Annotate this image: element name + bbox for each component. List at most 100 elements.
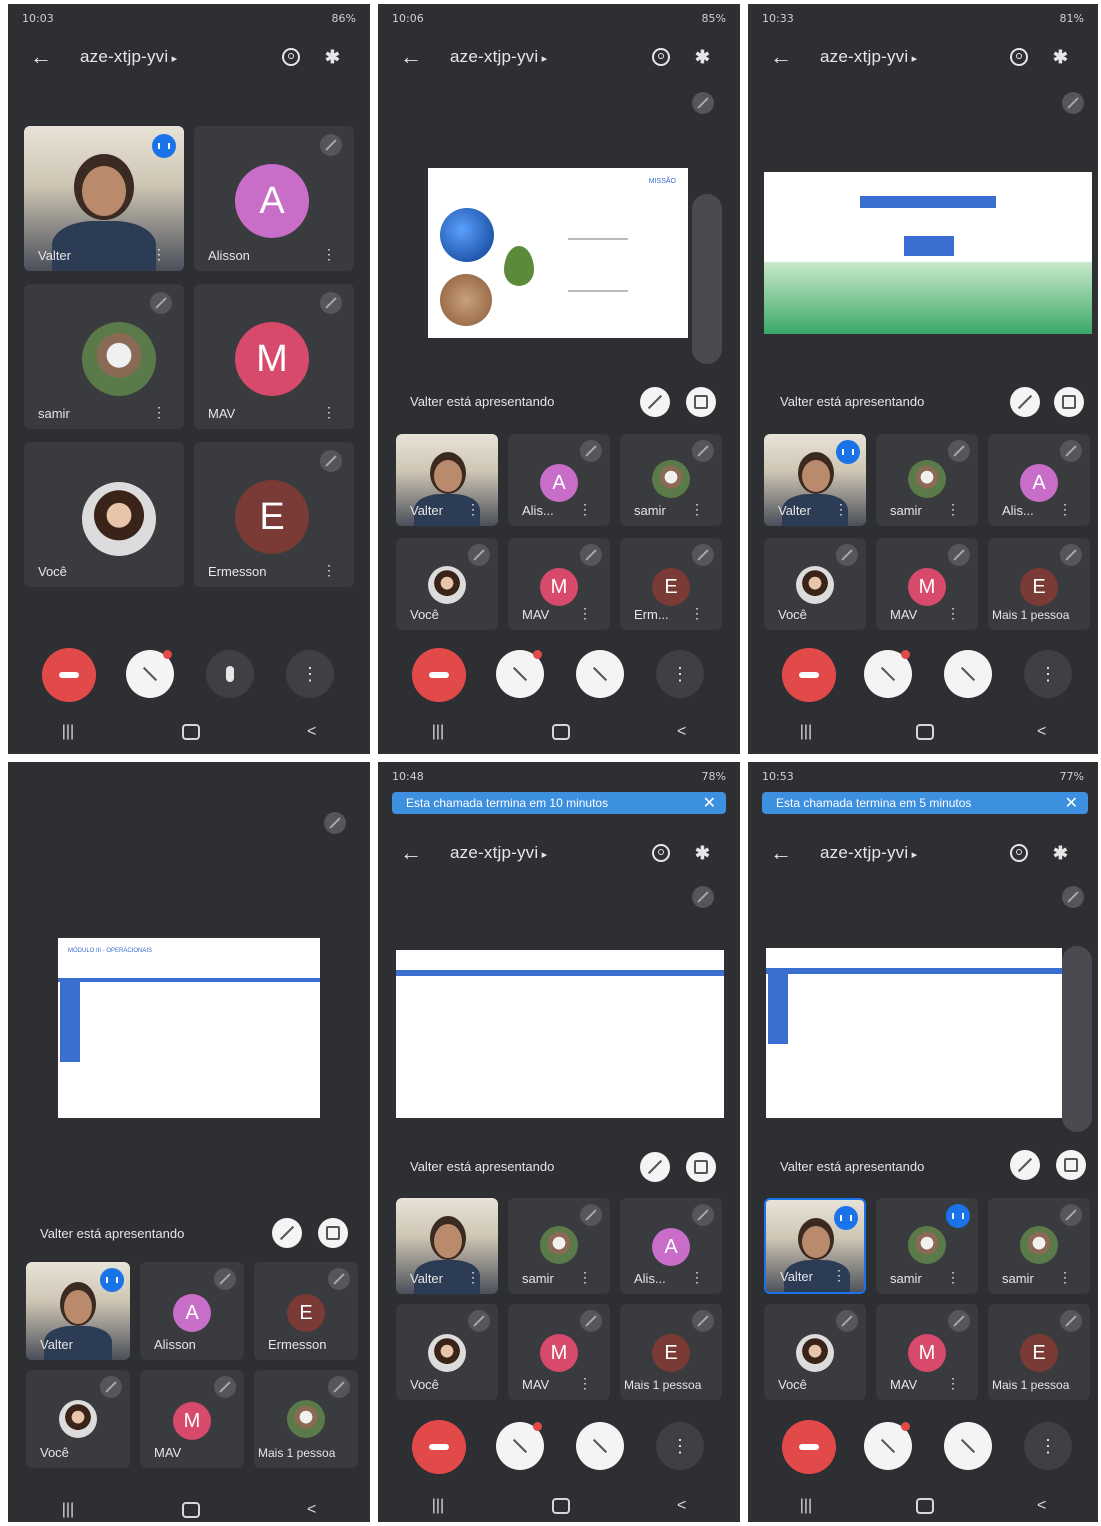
more-options-icon[interactable]: ⋮ xyxy=(322,404,336,421)
more-options-icon[interactable]: ⋮ xyxy=(1058,1269,1072,1286)
more-options-icon[interactable]: ⋮ xyxy=(946,1375,960,1392)
mute-presentation-audio-button[interactable] xyxy=(1010,1150,1040,1180)
participant-tile-samir[interactable]: samir ⋮ xyxy=(876,434,978,526)
more-options-icon[interactable]: ⋮ xyxy=(946,501,960,518)
participant-tile-valter[interactable]: Valter ⋮ xyxy=(396,434,498,526)
meeting-code[interactable]: aze-xtjp-yvi xyxy=(820,47,917,67)
participant-tile-valter[interactable]: Valter ⋮ xyxy=(396,1198,498,1294)
more-options-button[interactable]: ⋮ xyxy=(286,650,334,698)
recent-apps-icon[interactable]: ||| xyxy=(800,723,812,741)
nav-back-icon[interactable]: < xyxy=(677,723,686,741)
close-icon[interactable]: ✕ xyxy=(703,793,716,813)
participant-tile-alisson[interactable]: A Alis... ⋮ xyxy=(620,1198,722,1294)
mute-presentation-audio-button[interactable] xyxy=(640,387,670,417)
participant-tile-samir[interactable]: samir ⋮ xyxy=(876,1198,978,1294)
switch-camera-icon[interactable] xyxy=(652,844,670,862)
participant-tile-samir[interactable]: samir ⋮ xyxy=(24,284,184,429)
nav-back-icon[interactable]: < xyxy=(1037,1497,1046,1515)
side-panel-handle[interactable] xyxy=(1062,946,1092,1132)
meeting-code[interactable]: aze-xtjp-yvi xyxy=(80,47,177,67)
fullscreen-button[interactable] xyxy=(1054,387,1084,417)
back-arrow-icon[interactable]: ← xyxy=(770,44,792,70)
participant-tile-valter[interactable]: Valter ⋮ xyxy=(24,126,184,271)
more-options-icon[interactable]: ⋮ xyxy=(690,605,704,622)
participant-tile-valter[interactable]: Valter ⋮ xyxy=(764,434,866,526)
participant-tile-more-people[interactable]: Mais 1 pessoa xyxy=(254,1370,358,1468)
more-options-icon[interactable]: ⋮ xyxy=(466,1269,480,1286)
hang-up-button[interactable] xyxy=(42,648,96,702)
recent-apps-icon[interactable]: ||| xyxy=(432,1497,444,1515)
switch-camera-icon[interactable] xyxy=(652,48,670,66)
more-options-icon[interactable]: ⋮ xyxy=(946,1269,960,1286)
more-options-icon[interactable]: ⋮ xyxy=(152,404,166,421)
bluetooth-icon[interactable]: ✱ xyxy=(695,47,710,68)
participant-tile-mav[interactable]: M MAV ⋮ xyxy=(194,284,354,429)
meeting-code[interactable]: aze-xtjp-yvi xyxy=(450,843,547,863)
participant-tile-valter[interactable]: Valter xyxy=(26,1262,130,1360)
more-options-icon[interactable]: ⋮ xyxy=(578,501,592,518)
nav-back-icon[interactable]: < xyxy=(677,1497,686,1515)
more-options-button[interactable]: ⋮ xyxy=(1024,1422,1072,1470)
home-icon[interactable] xyxy=(181,1502,200,1518)
participant-tile-mav[interactable]: M MAV ⋮ xyxy=(508,538,610,630)
bluetooth-icon[interactable]: ✱ xyxy=(1053,47,1068,68)
more-options-icon[interactable]: ⋮ xyxy=(578,605,592,622)
nav-back-icon[interactable]: < xyxy=(307,1501,316,1519)
back-arrow-icon[interactable]: ← xyxy=(400,44,422,70)
bluetooth-icon[interactable]: ✱ xyxy=(695,843,710,864)
more-options-icon[interactable]: ⋮ xyxy=(690,501,704,518)
camera-off-button[interactable] xyxy=(496,650,544,698)
switch-camera-icon[interactable] xyxy=(282,48,300,66)
participant-tile-more-people[interactable]: E Mais 1 pessoa xyxy=(988,538,1090,630)
shared-screen[interactable] xyxy=(396,950,724,1118)
nav-back-icon[interactable]: < xyxy=(1037,723,1046,741)
shared-screen[interactable] xyxy=(764,172,1092,334)
home-icon[interactable] xyxy=(551,724,570,740)
more-options-icon[interactable]: ⋮ xyxy=(466,501,480,518)
more-options-icon[interactable]: ⋮ xyxy=(690,1269,704,1286)
hang-up-button[interactable] xyxy=(412,1420,466,1474)
mute-presentation-audio-button[interactable] xyxy=(1010,387,1040,417)
recent-apps-icon[interactable]: ||| xyxy=(62,1501,74,1519)
mic-off-button[interactable] xyxy=(944,650,992,698)
hang-up-button[interactable] xyxy=(412,648,466,702)
participant-tile-alisson[interactable]: A Alis... ⋮ xyxy=(508,434,610,526)
participant-tile-alisson[interactable]: A Alis... ⋮ xyxy=(988,434,1090,526)
more-options-icon[interactable]: ⋮ xyxy=(832,1267,846,1284)
participant-tile-mav[interactable]: M MAV xyxy=(140,1370,244,1468)
participant-tile-alisson[interactable]: A Alisson xyxy=(140,1262,244,1360)
participant-tile-ermesson[interactable]: E Ermesson xyxy=(254,1262,358,1360)
shared-screen[interactable] xyxy=(766,948,1062,1118)
camera-off-button[interactable] xyxy=(864,1422,912,1470)
more-options-button[interactable]: ⋮ xyxy=(1024,650,1072,698)
shared-screen[interactable]: MÓDULO III - OPERACIONAIS xyxy=(58,938,320,1118)
camera-off-button[interactable] xyxy=(864,650,912,698)
hang-up-button[interactable] xyxy=(782,1420,836,1474)
participant-tile-mav[interactable]: M MAV ⋮ xyxy=(508,1304,610,1400)
mute-presentation-audio-button[interactable] xyxy=(272,1218,302,1248)
close-icon[interactable]: ✕ xyxy=(1065,793,1078,813)
more-options-icon[interactable]: ⋮ xyxy=(834,501,848,518)
back-arrow-icon[interactable]: ← xyxy=(770,840,792,866)
hang-up-button[interactable] xyxy=(782,648,836,702)
more-options-icon[interactable]: ⋮ xyxy=(578,1375,592,1392)
home-icon[interactable] xyxy=(915,1498,934,1514)
recent-apps-icon[interactable]: ||| xyxy=(62,723,74,741)
participant-tile-alisson[interactable]: A Alisson ⋮ xyxy=(194,126,354,271)
more-options-icon[interactable]: ⋮ xyxy=(322,246,336,263)
switch-camera-icon[interactable] xyxy=(1010,844,1028,862)
side-panel-handle[interactable] xyxy=(692,194,722,364)
back-arrow-icon[interactable]: ← xyxy=(400,840,422,866)
mic-off-button[interactable] xyxy=(944,1422,992,1470)
participant-tile-samir[interactable]: samir ⋮ xyxy=(508,1198,610,1294)
more-options-icon[interactable]: ⋮ xyxy=(1058,501,1072,518)
shared-screen[interactable]: MISSÃO xyxy=(428,168,688,338)
bluetooth-icon[interactable]: ✱ xyxy=(325,47,340,68)
recent-apps-icon[interactable]: ||| xyxy=(432,723,444,741)
meeting-code[interactable]: aze-xtjp-yvi xyxy=(820,843,917,863)
recent-apps-icon[interactable]: ||| xyxy=(800,1497,812,1515)
participant-tile-voce[interactable]: Você xyxy=(26,1370,130,1468)
mic-off-button[interactable] xyxy=(576,1422,624,1470)
switch-camera-icon[interactable] xyxy=(1010,48,1028,66)
participant-tile-valter[interactable]: Valter ⋮ xyxy=(764,1198,866,1294)
